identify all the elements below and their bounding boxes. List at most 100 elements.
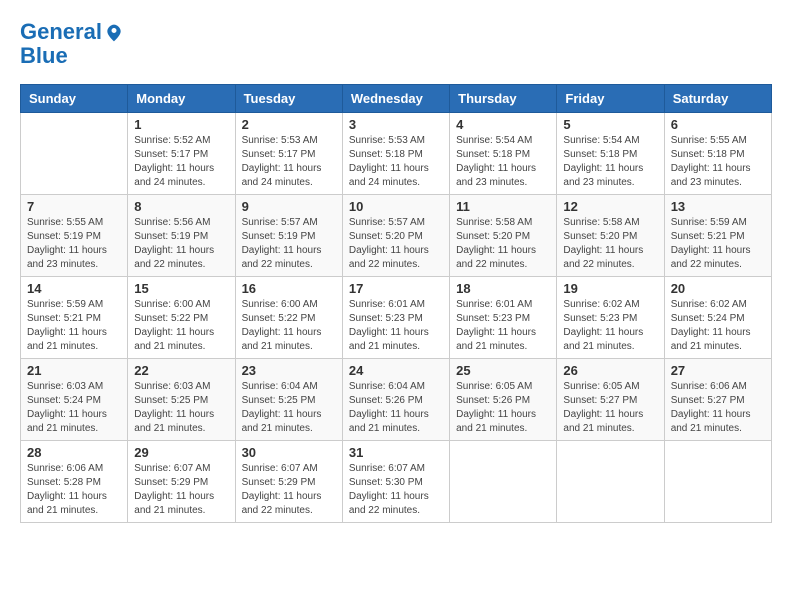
day-info: Sunrise: 6:06 AMSunset: 5:28 PMDaylight:… [27,462,121,518]
calendar-table: SundayMondayTuesdayWednesdayThursdayFrid… [20,84,772,523]
day-number: 8 [134,199,228,214]
logo: General Blue [20,20,124,68]
day-number: 14 [27,281,121,296]
day-number: 7 [27,199,121,214]
day-number: 5 [563,117,657,132]
column-header-thursday: Thursday [450,85,557,113]
day-info: Sunrise: 5:59 AMSunset: 5:21 PMDaylight:… [671,216,765,272]
day-number: 19 [563,281,657,296]
day-number: 2 [242,117,336,132]
day-info: Sunrise: 5:54 AMSunset: 5:18 PMDaylight:… [456,134,550,190]
calendar-cell: 27Sunrise: 6:06 AMSunset: 5:27 PMDayligh… [664,359,771,441]
day-info: Sunrise: 6:04 AMSunset: 5:25 PMDaylight:… [242,380,336,436]
calendar-cell [450,441,557,523]
calendar-cell: 2 Sunrise: 5:53 AMSunset: 5:17 PMDaylight… [235,113,342,195]
day-info: Sunrise: 5:53 AMSunset: 5:17 PMDaylight:… [242,134,336,190]
calendar-cell: 9 Sunrise: 5:57 AMSunset: 5:19 PMDaylight… [235,195,342,277]
day-number: 28 [27,445,121,460]
column-header-sunday: Sunday [21,85,128,113]
day-info: Sunrise: 5:52 AMSunset: 5:17 PMDaylight:… [134,134,228,190]
day-info: Sunrise: 5:55 AMSunset: 5:19 PMDaylight:… [27,216,121,272]
day-info: Sunrise: 6:05 AMSunset: 5:26 PMDaylight:… [456,380,550,436]
calendar-header-row: SundayMondayTuesdayWednesdayThursdayFrid… [21,85,772,113]
day-number: 30 [242,445,336,460]
day-info: Sunrise: 5:58 AMSunset: 5:20 PMDaylight:… [456,216,550,272]
calendar-cell: 11Sunrise: 5:58 AMSunset: 5:20 PMDayligh… [450,195,557,277]
day-info: Sunrise: 6:03 AMSunset: 5:24 PMDaylight:… [27,380,121,436]
day-info: Sunrise: 5:53 AMSunset: 5:18 PMDaylight:… [349,134,443,190]
column-header-friday: Friday [557,85,664,113]
day-info: Sunrise: 6:04 AMSunset: 5:26 PMDaylight:… [349,380,443,436]
day-info: Sunrise: 6:02 AMSunset: 5:24 PMDaylight:… [671,298,765,354]
day-number: 4 [456,117,550,132]
calendar-cell: 3 Sunrise: 5:53 AMSunset: 5:18 PMDaylight… [342,113,449,195]
calendar-cell: 6 Sunrise: 5:55 AMSunset: 5:18 PMDaylight… [664,113,771,195]
day-info: Sunrise: 6:02 AMSunset: 5:23 PMDaylight:… [563,298,657,354]
calendar-week-row: 1 Sunrise: 5:52 AMSunset: 5:17 PMDaylight… [21,113,772,195]
calendar-cell [664,441,771,523]
calendar-cell: 22Sunrise: 6:03 AMSunset: 5:25 PMDayligh… [128,359,235,441]
day-number: 6 [671,117,765,132]
day-number: 20 [671,281,765,296]
day-info: Sunrise: 6:00 AMSunset: 5:22 PMDaylight:… [134,298,228,354]
day-number: 16 [242,281,336,296]
day-info: Sunrise: 5:54 AMSunset: 5:18 PMDaylight:… [563,134,657,190]
calendar-cell: 21 Sunrise: 6:03 AMSunset: 5:24 PMDayligh… [21,359,128,441]
day-number: 23 [242,363,336,378]
day-info: Sunrise: 5:57 AMSunset: 5:19 PMDaylight:… [242,216,336,272]
calendar-cell: 8 Sunrise: 5:56 AMSunset: 5:19 PMDaylight… [128,195,235,277]
calendar-week-row: 7 Sunrise: 5:55 AMSunset: 5:19 PMDaylight… [21,195,772,277]
calendar-week-row: 14Sunrise: 5:59 AMSunset: 5:21 PMDayligh… [21,277,772,359]
calendar-cell: 24 Sunrise: 6:04 AMSunset: 5:26 PMDayligh… [342,359,449,441]
day-info: Sunrise: 6:07 AMSunset: 5:29 PMDaylight:… [134,462,228,518]
day-number: 31 [349,445,443,460]
day-number: 24 [349,363,443,378]
day-info: Sunrise: 6:03 AMSunset: 5:25 PMDaylight:… [134,380,228,436]
day-number: 13 [671,199,765,214]
day-number: 9 [242,199,336,214]
column-header-monday: Monday [128,85,235,113]
calendar-cell: 12Sunrise: 5:58 AMSunset: 5:20 PMDayligh… [557,195,664,277]
calendar-cell: 14Sunrise: 5:59 AMSunset: 5:21 PMDayligh… [21,277,128,359]
calendar-cell: 15 Sunrise: 6:00 AMSunset: 5:22 PMDayligh… [128,277,235,359]
calendar-cell: 28 Sunrise: 6:06 AMSunset: 5:28 PMDayligh… [21,441,128,523]
calendar-cell: 10 Sunrise: 5:57 AMSunset: 5:20 PMDayligh… [342,195,449,277]
day-number: 26 [563,363,657,378]
calendar-cell: 5 Sunrise: 5:54 AMSunset: 5:18 PMDaylight… [557,113,664,195]
day-info: Sunrise: 6:00 AMSunset: 5:22 PMDaylight:… [242,298,336,354]
day-number: 1 [134,117,228,132]
calendar-cell [21,113,128,195]
day-number: 3 [349,117,443,132]
calendar-cell: 29Sunrise: 6:07 AMSunset: 5:29 PMDayligh… [128,441,235,523]
column-header-saturday: Saturday [664,85,771,113]
calendar-week-row: 28 Sunrise: 6:06 AMSunset: 5:28 PMDayligh… [21,441,772,523]
page-header: General Blue [20,20,772,68]
calendar-cell: 30 Sunrise: 6:07 AMSunset: 5:29 PMDayligh… [235,441,342,523]
day-number: 15 [134,281,228,296]
day-info: Sunrise: 5:57 AMSunset: 5:20 PMDaylight:… [349,216,443,272]
calendar-cell: 26 Sunrise: 6:05 AMSunset: 5:27 PMDayligh… [557,359,664,441]
day-number: 18 [456,281,550,296]
day-info: Sunrise: 5:58 AMSunset: 5:20 PMDaylight:… [563,216,657,272]
day-info: Sunrise: 6:07 AMSunset: 5:29 PMDaylight:… [242,462,336,518]
calendar-cell: 31Sunrise: 6:07 AMSunset: 5:30 PMDayligh… [342,441,449,523]
calendar-cell: 25Sunrise: 6:05 AMSunset: 5:26 PMDayligh… [450,359,557,441]
day-info: Sunrise: 5:56 AMSunset: 5:19 PMDaylight:… [134,216,228,272]
calendar-cell: 23 Sunrise: 6:04 AMSunset: 5:25 PMDayligh… [235,359,342,441]
day-number: 10 [349,199,443,214]
day-info: Sunrise: 5:55 AMSunset: 5:18 PMDaylight:… [671,134,765,190]
calendar-cell [557,441,664,523]
calendar-cell: 7 Sunrise: 5:55 AMSunset: 5:19 PMDaylight… [21,195,128,277]
calendar-cell: 20 Sunrise: 6:02 AMSunset: 5:24 PMDayligh… [664,277,771,359]
calendar-week-row: 21 Sunrise: 6:03 AMSunset: 5:24 PMDayligh… [21,359,772,441]
day-number: 21 [27,363,121,378]
logo-text: General Blue [20,20,124,68]
day-info: Sunrise: 6:06 AMSunset: 5:27 PMDaylight:… [671,380,765,436]
day-info: Sunrise: 6:01 AMSunset: 5:23 PMDaylight:… [456,298,550,354]
column-header-tuesday: Tuesday [235,85,342,113]
calendar-cell: 1 Sunrise: 5:52 AMSunset: 5:17 PMDaylight… [128,113,235,195]
column-header-wednesday: Wednesday [342,85,449,113]
calendar-cell: 17Sunrise: 6:01 AMSunset: 5:23 PMDayligh… [342,277,449,359]
calendar-cell: 4 Sunrise: 5:54 AMSunset: 5:18 PMDaylight… [450,113,557,195]
day-info: Sunrise: 6:05 AMSunset: 5:27 PMDaylight:… [563,380,657,436]
